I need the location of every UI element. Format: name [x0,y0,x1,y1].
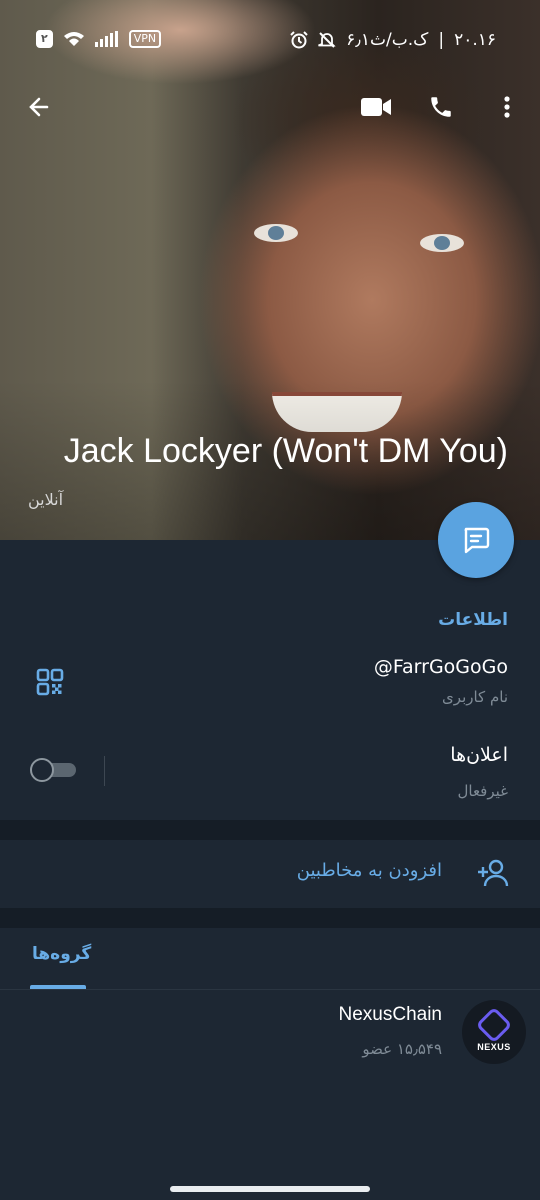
status-separator: | [438,30,445,50]
nexus-logo-icon [475,1006,513,1044]
username-label: نام کاربری [442,688,508,706]
message-button[interactable] [438,502,514,578]
more-options-button[interactable] [494,90,520,124]
tab-groups-label: گروه‌ها [32,944,92,964]
avatar-text: NEXUS [477,1042,511,1052]
home-indicator[interactable] [170,1186,370,1192]
status-bar: ۲ VPN ۶٫۱ک.ب/ث | ۲۰.۱۶ [0,30,540,54]
tab-divider [0,989,540,990]
phone-icon [431,97,451,117]
qr-code-icon [36,668,64,696]
group-avatar[interactable]: NEXUS [462,1000,526,1064]
add-contact-label: افزودن به مخاطبین [296,860,442,881]
notifications-title: اعلان‌ها [450,744,508,766]
vpn-badge: VPN [128,30,162,48]
voice-call-button[interactable] [422,90,460,124]
sim-badge: ۲ [36,30,53,48]
add-contact-row[interactable]: افزودن به مخاطبین [0,840,540,908]
group-members: ۱۵٫۵۴۹ عضو [362,1040,442,1058]
notifications-toggle[interactable] [30,758,76,782]
add-user-icon [478,859,509,887]
clock: ۲۰.۱۶ [454,30,496,50]
notifications-row[interactable]: اعلان‌ها غیرفعال [0,736,540,806]
photo-detail [420,234,464,252]
mute-bell-icon [318,32,336,48]
section-separator [0,908,540,928]
username-value: @FarrGoGoGo [373,656,508,678]
signal-icon [94,31,118,47]
alarm-icon [290,31,308,49]
notifications-value: غیرفعال [457,782,508,800]
username-row[interactable]: @FarrGoGoGo نام کاربری [0,650,540,714]
section-separator [0,820,540,840]
tab-groups[interactable]: گروه‌ها [24,944,94,988]
toggle-knob [30,758,54,782]
network-speed: ۶٫۱ک.ب/ث [346,30,429,50]
video-camera-icon [361,98,391,116]
video-call-button[interactable] [356,90,396,124]
wifi-icon [63,32,84,46]
arrow-left-icon [29,97,49,117]
more-vertical-icon [504,96,510,118]
chat-bubble-icon [464,527,490,554]
divider [104,756,105,786]
online-status: آنلاین [28,490,64,509]
profile-name-container: Jack Lockyer (Won't DM You) [28,430,508,480]
info-title: اطلاعات [438,610,508,630]
qr-code-button[interactable] [30,662,70,702]
top-bar [0,88,540,128]
profile-name: Jack Lockyer (Won't DM You) [63,432,508,470]
photo-detail [254,224,298,242]
group-name: NexusChain [338,1004,443,1025]
list-item[interactable]: NexusChain ۱۵٫۵۴۹ عضو [0,992,540,1072]
back-button[interactable] [22,90,56,124]
